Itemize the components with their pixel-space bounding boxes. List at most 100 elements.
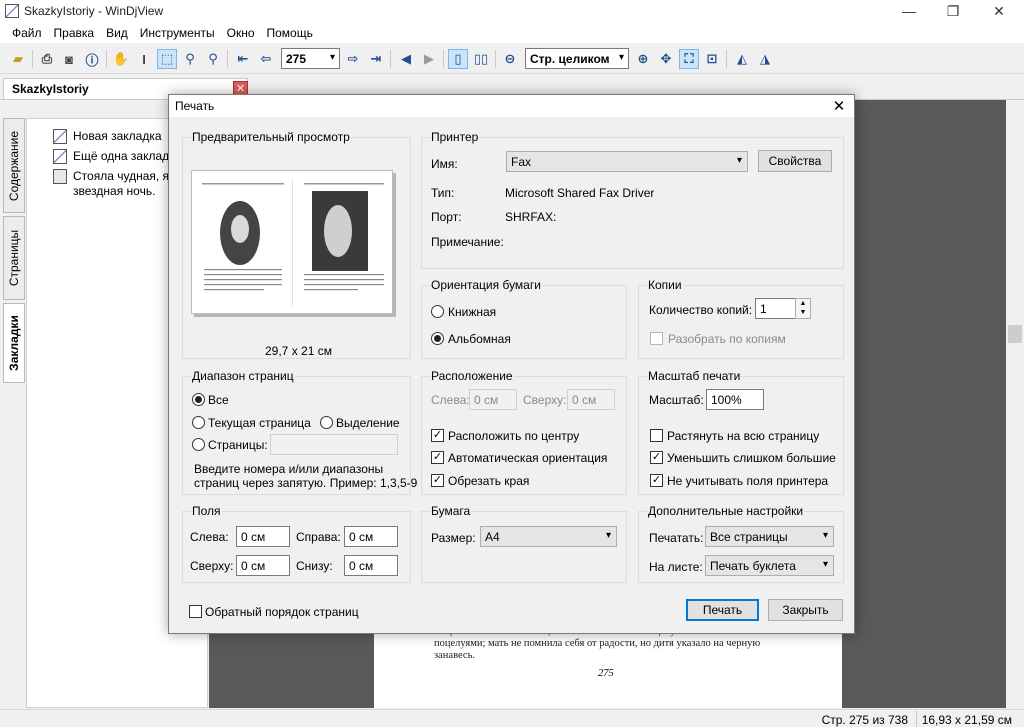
collate-checkbox[interactable]: [650, 332, 663, 345]
clip-checkbox[interactable]: ✓: [431, 474, 444, 487]
prev-page-icon[interactable]: ⇦: [256, 49, 276, 69]
forward-icon[interactable]: ▶: [419, 49, 439, 69]
paper-size-select[interactable]: A4 ▾: [480, 526, 617, 547]
margin-top-input[interactable]: 0 см: [236, 555, 290, 576]
margin-bottom-input[interactable]: 0 см: [344, 555, 398, 576]
tab-pages[interactable]: Страницы: [3, 216, 25, 300]
bookmark-label: Новая закладка: [73, 129, 162, 143]
range-all-radio[interactable]: [192, 393, 205, 406]
facing-pages-icon[interactable]: ▯▯: [471, 49, 491, 69]
chevron-down-icon: ▾: [329, 52, 335, 63]
zoom-out-tool-icon[interactable]: ⚲: [203, 49, 223, 69]
per-sheet-select[interactable]: Печать буклета ▾: [705, 555, 834, 576]
chevron-down-icon: ▾: [822, 559, 828, 570]
status-page: Стр. 275 из 738: [821, 713, 908, 727]
properties-button[interactable]: Свойства: [758, 150, 832, 172]
margin-left-input[interactable]: 0 см: [236, 526, 290, 547]
open-icon[interactable]: ▰: [8, 49, 28, 69]
chevron-down-icon: ▾: [618, 52, 624, 63]
single-page-icon[interactable]: ▯: [448, 49, 468, 69]
fit-width-icon[interactable]: ✥: [656, 49, 676, 69]
next-page-icon[interactable]: ⇨: [343, 49, 363, 69]
landscape-radio[interactable]: [431, 332, 444, 345]
find-icon[interactable]: ◙: [59, 49, 79, 69]
portrait-radio[interactable]: [431, 305, 444, 318]
rect-select-icon[interactable]: ⬚: [157, 49, 177, 69]
rotate-right-icon[interactable]: ◮: [755, 49, 775, 69]
zoom-in-tool-icon[interactable]: ⚲: [180, 49, 200, 69]
printer-name-select[interactable]: Fax ▾: [506, 151, 748, 172]
minimize-button[interactable]: —: [886, 0, 932, 22]
reverse-order-checkbox[interactable]: [189, 605, 202, 618]
back-icon[interactable]: ◀: [396, 49, 416, 69]
zoom-value: Стр. целиком: [530, 51, 610, 66]
status-page-size: 16,93 x 21,59 см: [921, 713, 1012, 727]
last-page-icon[interactable]: ⇥: [366, 49, 386, 69]
preview-group-title: Предварительный просмотр: [191, 130, 351, 144]
print-pages-select[interactable]: Все страницы ▾: [705, 526, 834, 547]
shrink-checkbox[interactable]: ✓: [650, 451, 663, 464]
center-checkbox[interactable]: ✓: [431, 429, 444, 442]
status-divider: [916, 711, 917, 727]
range-pages-radio[interactable]: [192, 438, 205, 451]
close-button[interactable]: Закрыть: [768, 599, 843, 621]
clip-label: Обрезать края: [448, 474, 530, 488]
menu-help[interactable]: Помощь: [261, 26, 319, 40]
margin-right-input[interactable]: 0 см: [344, 526, 398, 547]
hand-tool-icon[interactable]: ✋: [111, 49, 131, 69]
menu-view[interactable]: Вид: [100, 26, 134, 40]
copies-group: Копии Количество копий: 1 ▲ ▼ Разобрать п…: [638, 278, 844, 359]
bookmark-label: Ещё одна закладк: [73, 149, 175, 163]
range-pages-input[interactable]: [270, 434, 398, 455]
position-top-input[interactable]: 0 см: [567, 389, 615, 410]
range-current-radio[interactable]: [192, 416, 205, 429]
vertical-scrollbar[interactable]: [1006, 100, 1024, 708]
position-top-label: Сверху:: [523, 393, 567, 407]
stretch-checkbox[interactable]: [650, 429, 663, 442]
ignore-margins-checkbox[interactable]: ✓: [650, 474, 663, 487]
first-page-icon[interactable]: ⇤: [233, 49, 253, 69]
document-tab-label: SkazkyIstoriy: [12, 82, 89, 96]
info-icon[interactable]: ⓘ: [82, 49, 102, 69]
copies-spinner[interactable]: ▲ ▼: [795, 298, 811, 319]
margin-bottom-label: Снизу:: [296, 559, 333, 573]
tab-bookmarks[interactable]: Закладки: [3, 303, 25, 383]
close-window-button[interactable]: ✕: [976, 0, 1022, 22]
menu-window[interactable]: Окно: [221, 26, 261, 40]
menu-file[interactable]: Файл: [6, 26, 48, 40]
tab-contents[interactable]: Содержание: [3, 118, 25, 213]
bookmark-icon: [53, 149, 67, 164]
menu-edit[interactable]: Правка: [48, 26, 101, 40]
scale-input[interactable]: 100%: [706, 389, 764, 410]
copies-count-input[interactable]: 1: [755, 298, 796, 319]
print-icon[interactable]: ⎙: [37, 49, 57, 69]
actual-size-icon[interactable]: ⊡: [702, 49, 722, 69]
fit-page-icon[interactable]: ⛶: [679, 49, 699, 69]
scrollbar-thumb[interactable]: [1008, 325, 1022, 343]
copies-group-title: Копии: [647, 278, 683, 292]
text-select-icon[interactable]: I: [134, 49, 154, 69]
margins-group-title: Поля: [191, 504, 222, 518]
range-pages-label: Страницы:: [208, 438, 268, 452]
chevron-down-icon: ▾: [605, 530, 611, 541]
print-button[interactable]: Печать: [686, 599, 759, 621]
printer-group-title: Принтер: [430, 130, 480, 144]
zoom-in-icon[interactable]: ⊕: [633, 49, 653, 69]
dialog-close-icon[interactable]: ✕: [828, 96, 850, 116]
page-range-group-title: Диапазон страниц: [191, 369, 295, 383]
rotate-left-icon[interactable]: ◭: [732, 49, 752, 69]
range-selection-label: Выделение: [336, 416, 400, 430]
menu-tools[interactable]: Инструменты: [134, 26, 221, 40]
position-group: Расположение Слева: 0 см Сверху: 0 см ✓ …: [421, 369, 627, 495]
zoom-out-icon[interactable]: ⊖: [500, 49, 520, 69]
maximize-button[interactable]: ❐: [930, 0, 976, 22]
range-selection-radio[interactable]: [320, 416, 333, 429]
app-icon: [5, 4, 19, 18]
printer-name-value: Fax: [511, 155, 532, 169]
auto-orient-checkbox[interactable]: ✓: [431, 451, 444, 464]
position-left-input[interactable]: 0 см: [469, 389, 517, 410]
extra-settings-group: Дополнительные настройки Печатать: Все с…: [638, 504, 844, 583]
zoom-combo[interactable]: Стр. целиком ▾: [525, 48, 629, 69]
page-number-combo[interactable]: 275 ▾: [281, 48, 340, 69]
scale-group: Масштаб печати Масштаб: 100% Растянуть н…: [638, 369, 844, 495]
